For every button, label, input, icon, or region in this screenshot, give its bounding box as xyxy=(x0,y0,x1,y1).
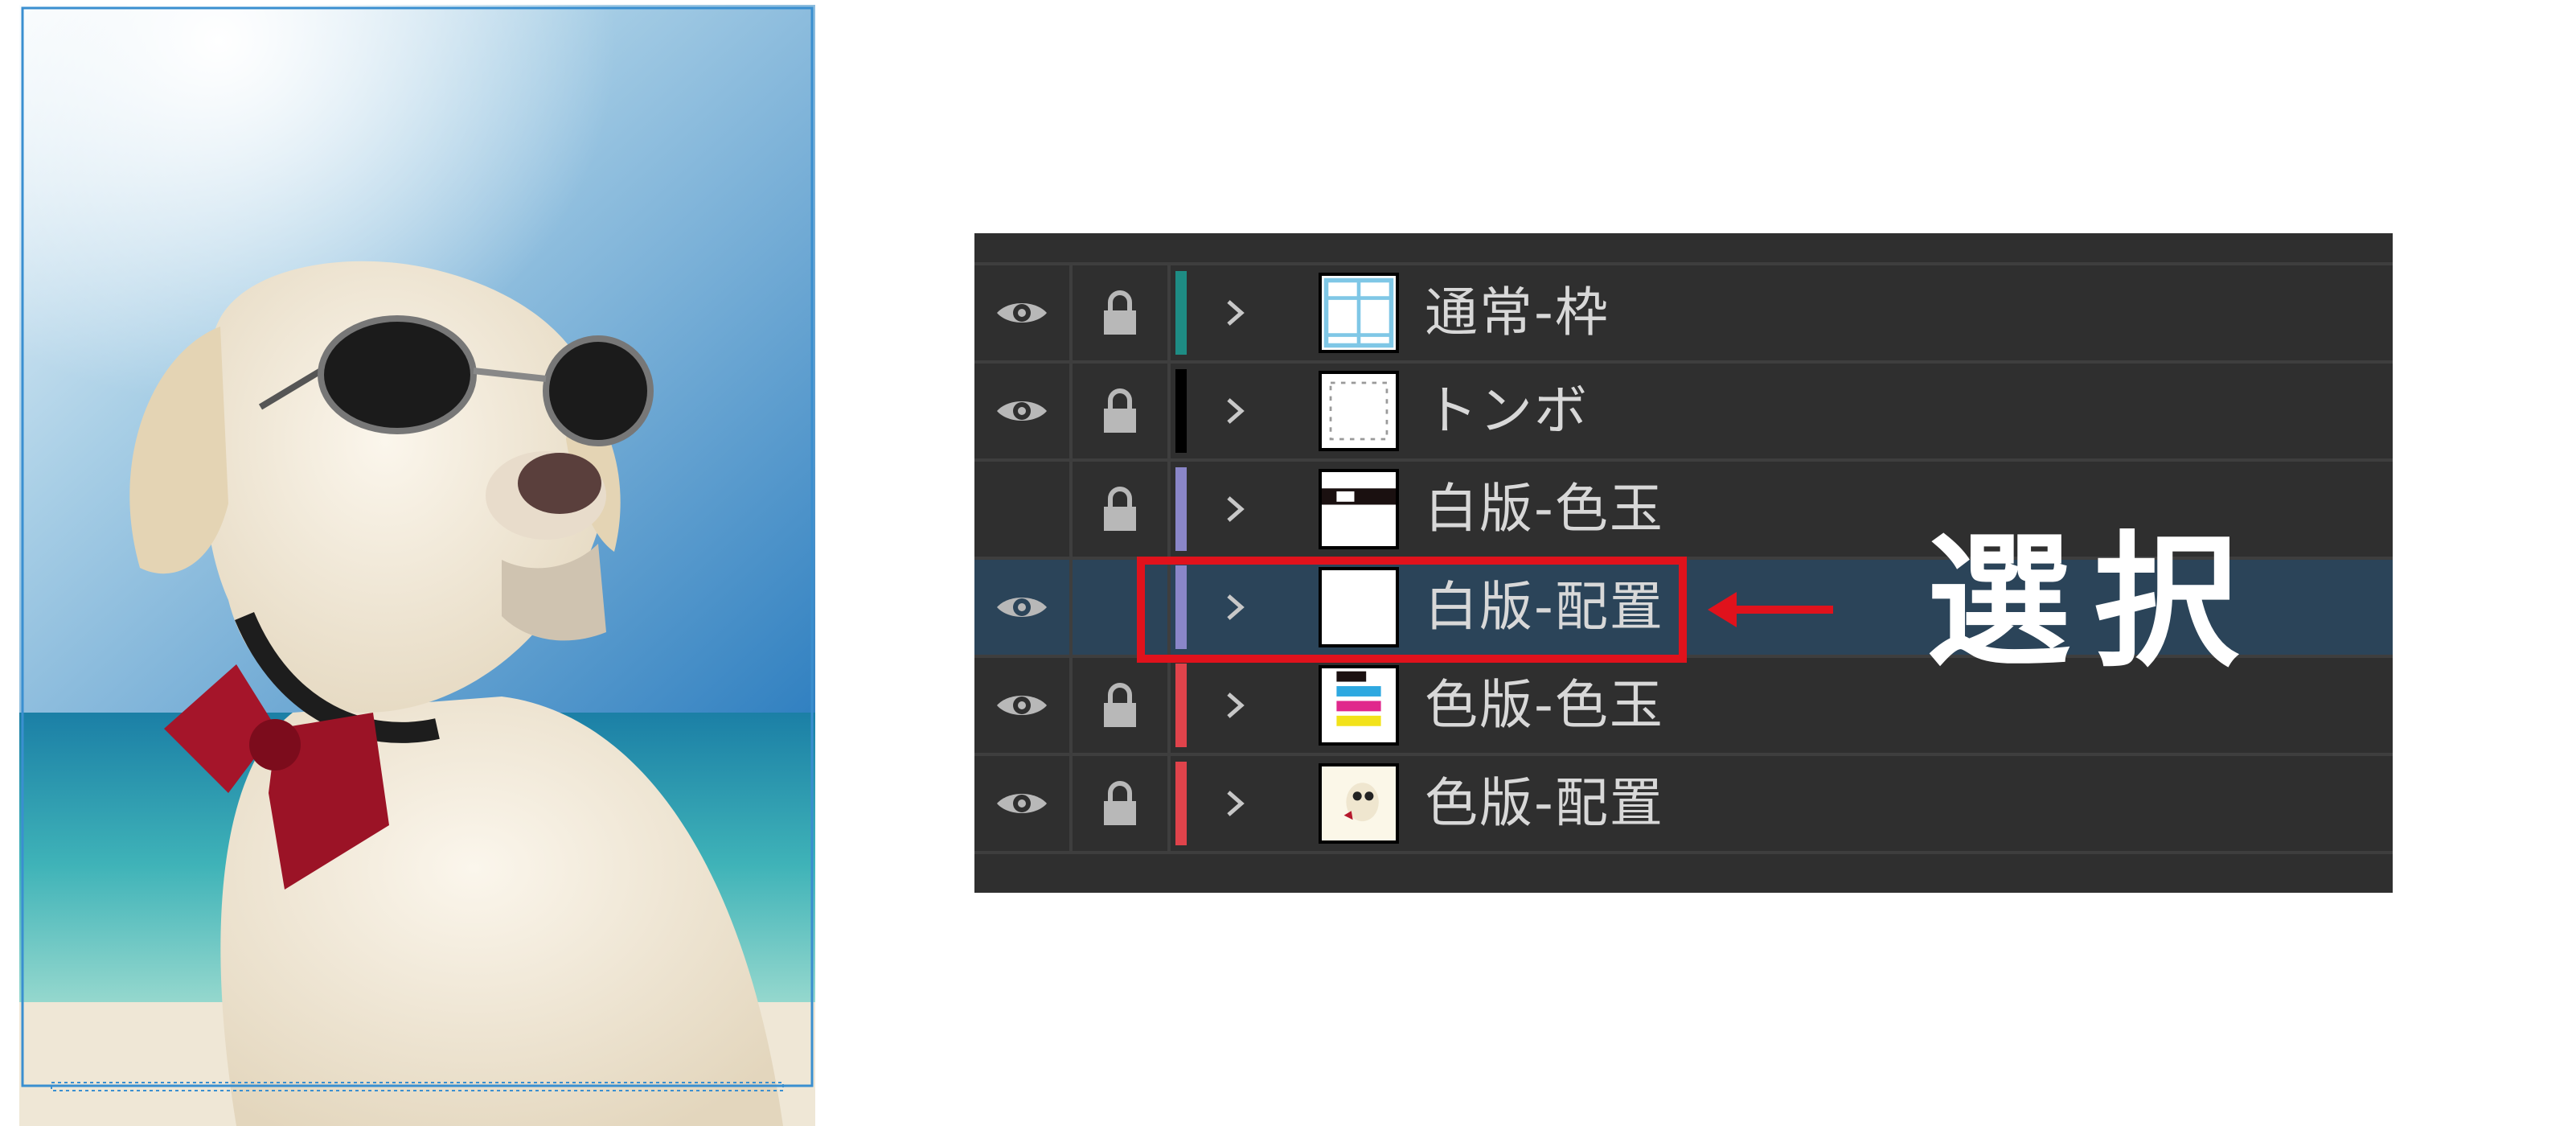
layer-thumbnail xyxy=(1317,265,1401,360)
lock-icon xyxy=(1104,487,1136,531)
visibility-toggle[interactable] xyxy=(974,462,1073,557)
lock-toggle[interactable] xyxy=(1073,265,1171,360)
annotation-label: 選択 xyxy=(1926,519,2262,687)
visibility-toggle[interactable] xyxy=(974,364,1073,458)
layer-name[interactable]: トンボ xyxy=(1425,364,1589,458)
eye-icon xyxy=(997,794,1047,813)
lock-icon xyxy=(1104,781,1136,825)
layer-thumbnail xyxy=(1317,756,1401,851)
trim-marks-thumb xyxy=(1329,381,1388,441)
panel-header xyxy=(974,233,2393,265)
lock-icon xyxy=(1104,290,1136,335)
layer-name[interactable]: 白版-色玉 xyxy=(1425,462,1664,557)
dog-beach-illustration xyxy=(19,5,815,1126)
layer-color-swatch xyxy=(1169,756,1193,851)
visibility-toggle[interactable] xyxy=(974,560,1073,655)
layer-row[interactable]: 色版-配置 xyxy=(974,756,2393,854)
visibility-toggle[interactable] xyxy=(974,265,1073,360)
cmyk-swatch-thumb xyxy=(1336,671,1381,726)
chevron-right-icon xyxy=(1227,398,1245,424)
chevron-right-icon xyxy=(1227,300,1245,326)
layer-color-swatch xyxy=(1169,265,1193,360)
layer-name[interactable]: 色版-色玉 xyxy=(1425,658,1664,753)
expand-layer-button[interactable] xyxy=(1208,462,1264,557)
layer-thumbnail xyxy=(1317,658,1401,753)
eye-icon xyxy=(997,401,1047,421)
layer-thumbnail xyxy=(1317,364,1401,458)
layer-name[interactable]: 通常-枠 xyxy=(1425,265,1610,360)
artwork-preview xyxy=(19,5,815,1126)
layer-row[interactable]: トンボ xyxy=(974,364,2393,462)
chevron-right-icon xyxy=(1227,791,1245,816)
expand-layer-button[interactable] xyxy=(1208,658,1264,753)
layer-thumbnail xyxy=(1317,462,1401,557)
lock-toggle[interactable] xyxy=(1073,756,1171,851)
layer-name[interactable]: 色版-配置 xyxy=(1425,756,1664,851)
lock-toggle[interactable] xyxy=(1073,364,1171,458)
eye-icon xyxy=(997,696,1047,715)
lock-toggle[interactable] xyxy=(1073,658,1171,753)
layer-color-swatch xyxy=(1169,658,1193,753)
layer-color-swatch xyxy=(1169,364,1193,458)
layer-color-swatch xyxy=(1169,462,1193,557)
white-swatch-thumb xyxy=(1322,488,1396,505)
lock-icon xyxy=(1104,388,1136,433)
visibility-toggle[interactable] xyxy=(974,658,1073,753)
visibility-toggle[interactable] xyxy=(974,756,1073,851)
expand-layer-button[interactable] xyxy=(1208,265,1264,360)
layer-row[interactable]: 通常-枠 xyxy=(974,265,2393,364)
chevron-right-icon xyxy=(1227,692,1245,718)
expand-layer-button[interactable] xyxy=(1208,756,1264,851)
eye-icon xyxy=(997,598,1047,617)
eye-icon xyxy=(997,303,1047,323)
dog-art-thumb xyxy=(1322,766,1396,840)
lock-toggle[interactable] xyxy=(1073,462,1171,557)
lock-icon xyxy=(1104,683,1136,727)
chevron-right-icon xyxy=(1227,496,1245,522)
expand-layer-button[interactable] xyxy=(1208,364,1264,458)
selection-highlight-box xyxy=(1137,557,1687,663)
arrow-left-icon xyxy=(1708,592,1833,627)
frame-grid-thumb xyxy=(1323,277,1394,348)
